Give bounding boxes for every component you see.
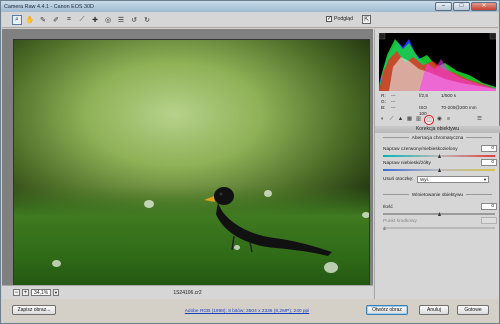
workflow-options-link[interactable]: Adobe RGB (1998); 8 bitów; 3504 x 2336 (… (162, 309, 332, 314)
straighten-tool-icon[interactable]: ⟋ (77, 15, 87, 25)
defringe-select[interactable]: Wył. ▼ (417, 176, 489, 183)
preview-label: Podgląd (334, 16, 354, 22)
minimize-button[interactable]: – (435, 2, 452, 11)
vignetting-heading: Winietowanie obiektywu (375, 193, 500, 198)
vignette-amount-slider[interactable]: Ilość 0 (383, 203, 497, 216)
chevron-down-icon: ▼ (483, 177, 487, 182)
bottom-bar: Zapisz obraz... Adobe RGB (1998); 8 bitó… (2, 299, 498, 323)
window-controls: – □ ✕ (435, 2, 497, 11)
done-button[interactable]: Gotowe (457, 305, 489, 315)
crop-tool-icon[interactable]: ⌗ (64, 15, 74, 25)
defringe-label: Usuń otoczkę: (383, 177, 414, 182)
tab-basic-icon[interactable]: ◐ (379, 116, 386, 123)
rotate-right-icon[interactable]: ↻ (142, 15, 152, 25)
vignette-midpoint-value (481, 217, 497, 224)
defringe-row: Usuń otoczkę: Wył. ▼ (383, 176, 497, 183)
red-eye-tool-icon[interactable]: ◎ (103, 15, 113, 25)
save-image-button[interactable]: Zapisz obraz... (12, 305, 56, 315)
vignette-amount-value[interactable]: 0 (481, 203, 497, 210)
fix-blue-yellow-value[interactable]: 0 (481, 159, 497, 166)
preview-image (13, 39, 370, 307)
vignette-amount-label: Ilość (383, 205, 393, 210)
status-bar: − + 34,1% ▼ 1S24106.cr2 (2, 285, 373, 299)
chromatic-aberration-heading: Aberracja chromatyczna (375, 136, 500, 141)
hand-tool-icon[interactable]: ✋ (25, 15, 35, 25)
close-button[interactable]: ✕ (471, 2, 497, 11)
camera-readout: R: --- f/2,8 1/500 s G: --- B: --- ISO 1… (381, 93, 477, 116)
vignette-midpoint-track (383, 227, 495, 229)
toolbar: ⌕ ✋ ✎ ✐ ⌗ ⟋ ✚ ◎ ☰ ↺ ↻ ✓ Podgląd ⇱ (2, 12, 498, 28)
fix-red-cyan-slider[interactable]: Napraw czerwony/niebieskozielony 0 (383, 145, 497, 158)
rotate-left-icon[interactable]: ↺ (129, 15, 139, 25)
fix-blue-yellow-label: Napraw niebieski/żółty (383, 161, 431, 166)
color-sampler-tool-icon[interactable]: ✐ (51, 15, 61, 25)
bokeh-spot (362, 212, 369, 218)
bokeh-spot (52, 260, 61, 267)
cancel-button[interactable]: Anuluj (419, 305, 449, 315)
fix-red-cyan-value[interactable]: 0 (481, 145, 497, 152)
window-title: Camera Raw 4.4.1 - Canon EOS 30D (4, 3, 94, 10)
preview-checkbox-box[interactable]: ✓ (326, 16, 332, 22)
preferences-icon[interactable]: ☰ (116, 15, 126, 25)
open-image-button[interactable]: Otwórz obraz (366, 305, 408, 315)
tab-tone-curve-icon[interactable]: ⟋ (388, 116, 395, 123)
image-canvas[interactable] (2, 29, 373, 307)
white-balance-tool-icon[interactable]: ✎ (38, 15, 48, 25)
fix-blue-yellow-slider[interactable]: Napraw niebieski/żółty 0 (383, 159, 497, 172)
retouch-tool-icon[interactable]: ✚ (90, 15, 100, 25)
highlight-clip-warning[interactable] (489, 33, 496, 40)
panel-tabs: ◐ ⟋ ▲ ▦ ▥ ◫ ◉ ≡ ☰ (377, 114, 498, 125)
vignette-midpoint-label: Punkt środkowy (383, 219, 417, 224)
tab-detail-icon[interactable]: ▲ (397, 116, 404, 123)
maximize-button[interactable]: □ (453, 2, 470, 11)
title-bar: Camera Raw 4.4.1 - Canon EOS 30D – □ ✕ (1, 1, 499, 12)
section-title: Korekcja obiektywu (375, 126, 500, 133)
tab-hsl-icon[interactable]: ▦ (406, 116, 413, 123)
zoom-tool-icon[interactable]: ⌕ (12, 14, 22, 25)
fix-red-cyan-label: Napraw czerwony/niebieskozielony (383, 147, 458, 152)
file-name: 1S24106.cr2 (173, 290, 202, 296)
panel-menu-icon[interactable]: ☰ (476, 116, 483, 123)
fullscreen-icon[interactable]: ⇱ (362, 15, 371, 24)
preview-checkbox[interactable]: ✓ Podgląd (326, 16, 353, 22)
tab-presets-icon[interactable]: ≡ (445, 116, 452, 123)
bokeh-spot (324, 262, 338, 273)
adjustments-panel: R: --- f/2,8 1/500 s G: --- B: --- ISO 1… (374, 29, 500, 299)
shadow-clip-warning[interactable] (379, 33, 386, 40)
tab-camera-calibration-icon[interactable]: ◉ (436, 116, 443, 123)
histogram (379, 33, 496, 91)
camera-raw-window: Camera Raw 4.4.1 - Canon EOS 30D – □ ✕ ⌕… (0, 0, 500, 324)
tab-lens-corrections-icon[interactable]: ◫ (424, 114, 434, 125)
vignette-midpoint-slider: Punkt środkowy (383, 217, 497, 230)
blackbird-subject (204, 187, 332, 256)
tab-split-toning-icon[interactable]: ▥ (415, 116, 422, 123)
bokeh-spot (144, 200, 154, 208)
